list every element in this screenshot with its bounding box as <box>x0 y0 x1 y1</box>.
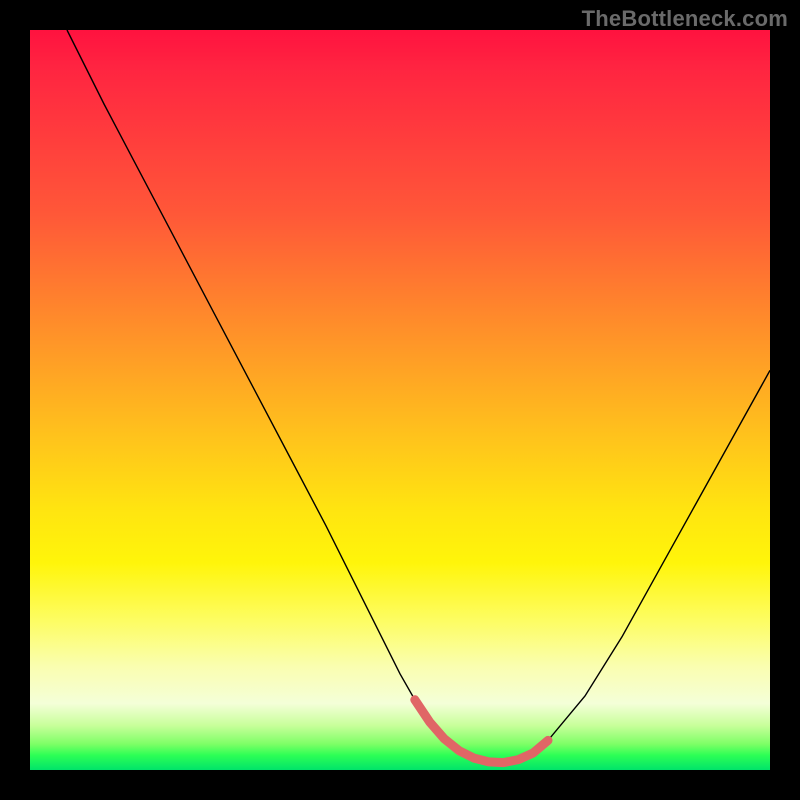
watermark-text: TheBottleneck.com <box>582 6 788 32</box>
chart-container: TheBottleneck.com <box>0 0 800 800</box>
bottleneck-curve <box>67 30 770 763</box>
optimal-range-marker <box>415 700 548 763</box>
plot-area <box>30 30 770 770</box>
chart-svg <box>30 30 770 770</box>
